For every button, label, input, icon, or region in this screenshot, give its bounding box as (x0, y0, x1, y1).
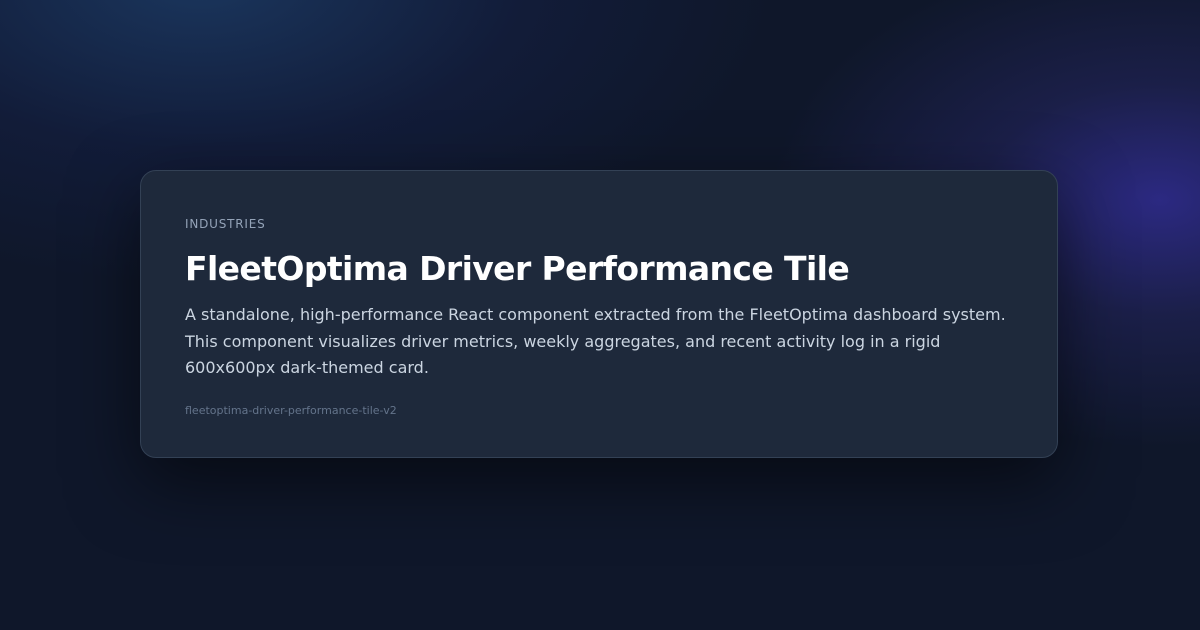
card-title: FleetOptima Driver Performance Tile (185, 249, 850, 288)
category-label: INDUSTRIES (185, 217, 266, 231)
card-description: A standalone, high-performance React com… (185, 305, 1006, 377)
component-slug: fleetoptima-driver-performance-tile-v2 (185, 404, 397, 417)
component-card[interactable]: INDUSTRIES FleetOptima Driver Performanc… (140, 170, 1058, 458)
